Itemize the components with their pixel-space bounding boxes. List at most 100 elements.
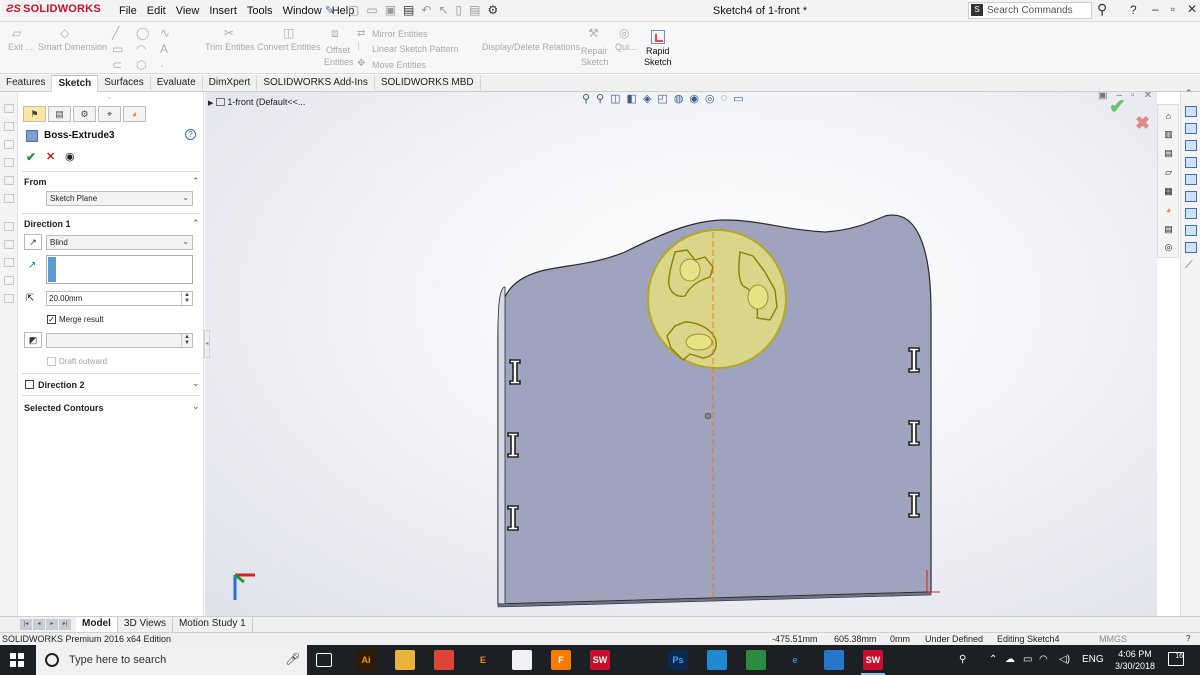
collapse-chevron-icon[interactable]: ⌃: [1185, 88, 1193, 99]
previous-view-icon[interactable]: ◫: [610, 92, 620, 105]
spline-icon[interactable]: ∿: [160, 26, 170, 40]
polygon-icon[interactable]: ⬡: [136, 58, 146, 72]
section-view-icon[interactable]: ◧: [627, 92, 637, 105]
direction2-section-header[interactable]: Direction 2: [38, 380, 85, 390]
repair-sketch-button[interactable]: Repair: [581, 46, 608, 56]
select-icon[interactable]: ↖: [438, 3, 448, 17]
strip-tool-icon[interactable]: [4, 258, 14, 267]
viewport-restore-icon[interactable]: ▫: [1131, 92, 1135, 101]
dimxpert-manager-tab-icon[interactable]: ⌖: [98, 106, 121, 122]
view-settings-icon[interactable]: ▭: [733, 92, 743, 105]
tab-model[interactable]: Model: [76, 617, 118, 632]
strip-tool-icon[interactable]: [4, 122, 14, 131]
reverse-direction-icon[interactable]: ↗: [24, 234, 42, 250]
language-indicator[interactable]: ENG: [1082, 654, 1104, 665]
tab-evaluate[interactable]: Evaluate: [151, 75, 203, 92]
direction1-section-header[interactable]: Direction 1: [24, 219, 71, 229]
search-icon[interactable]: ⚲: [1097, 1, 1107, 18]
direction-selection-box[interactable]: [46, 255, 193, 284]
menu-file[interactable]: File: [114, 5, 142, 17]
display-style-icon[interactable]: ◍: [674, 92, 684, 105]
feature-manager-tab-icon[interactable]: ⚑: [23, 106, 46, 122]
confirmation-corner-cancel-icon[interactable]: ✖: [1135, 113, 1150, 134]
home-icon[interactable]: ⌂: [1162, 110, 1175, 122]
view-left-icon[interactable]: [1185, 140, 1197, 151]
photoshop-icon[interactable]: Ps: [668, 650, 688, 670]
tab-sketch[interactable]: Sketch: [52, 75, 99, 92]
feature-tree-flyout[interactable]: ▶ 1-front (Default<<...: [208, 97, 305, 107]
view-dimetric-icon[interactable]: [1185, 242, 1197, 253]
expand-chevron-icon[interactable]: ⌄: [192, 378, 200, 389]
show-hidden-icons[interactable]: ⌃: [989, 654, 997, 665]
trim-entities-button[interactable]: Trim Entities: [205, 42, 255, 52]
dynamic-annotation-icon[interactable]: ◈: [643, 92, 651, 105]
menu-window[interactable]: Window: [278, 5, 327, 17]
hide-show-items-icon[interactable]: ◉: [689, 92, 699, 105]
part-model-view[interactable]: [205, 92, 1157, 616]
viewport-close-icon[interactable]: ✕: [1144, 92, 1152, 101]
units-selector[interactable]: MMGS: [1099, 634, 1127, 644]
new-icon[interactable]: ▢: [348, 3, 359, 17]
draft-outward-checkbox[interactable]: [47, 357, 56, 366]
strip-tool-icon[interactable]: [4, 222, 14, 231]
solidworks-active-icon[interactable]: SW: [861, 650, 885, 675]
file-properties-icon[interactable]: ▤: [469, 3, 480, 17]
expand-chevron-icon[interactable]: ⌄: [192, 401, 200, 412]
display-manager-tab-icon[interactable]: ◕: [123, 106, 146, 122]
exit-sketch-button[interactable]: Exit ...: [8, 42, 33, 52]
end-condition-dropdown[interactable]: Blind ⌄: [46, 235, 193, 250]
move-entities-button[interactable]: Move Entities: [372, 60, 426, 70]
slot-icon[interactable]: ⊂: [112, 58, 122, 72]
design-library-icon[interactable]: ▤: [1162, 147, 1175, 159]
strip-tool-icon[interactable]: [4, 294, 14, 303]
file-explorer-icon[interactable]: [395, 650, 415, 670]
view-orientation-icon[interactable]: ◰: [657, 92, 667, 105]
detailed-preview-icon[interactable]: ◉: [65, 150, 75, 163]
text-icon[interactable]: A: [160, 42, 168, 56]
clock[interactable]: 4:06 PM 3/30/2018: [1110, 648, 1160, 672]
chrome-icon[interactable]: [434, 650, 454, 670]
display-delete-relations-button[interactable]: Display/Delete Relations: [482, 42, 580, 52]
file-explorer-icon[interactable]: ▱: [1162, 166, 1175, 178]
app-icon[interactable]: [629, 650, 649, 670]
rectangle-icon[interactable]: ▭: [112, 42, 123, 56]
draft-angle-input[interactable]: ▲ ▼: [46, 333, 193, 348]
view-top-icon[interactable]: [1185, 174, 1197, 185]
custom-properties-icon[interactable]: ▤: [1162, 223, 1175, 235]
help-icon[interactable]: ?: [1130, 3, 1137, 17]
normal-to-icon[interactable]: ⟋: [1185, 259, 1193, 272]
collapse-chevron-icon[interactable]: ⌃: [192, 176, 200, 187]
undo-icon[interactable]: ↶: [421, 3, 431, 17]
tab-dimxpert[interactable]: DimXpert: [203, 75, 258, 92]
tab-motion-study[interactable]: Motion Study 1: [173, 617, 253, 632]
resources-icon[interactable]: ▥: [1162, 128, 1175, 140]
menu-insert[interactable]: Insert: [204, 5, 242, 17]
network-icon[interactable]: ◠: [1039, 654, 1048, 665]
tab-addins[interactable]: SOLIDWORKS Add-Ins: [257, 75, 375, 92]
collapse-chevron-icon[interactable]: ⌃: [192, 218, 200, 229]
help-icon[interactable]: ?: [185, 129, 196, 140]
merge-result-checkbox[interactable]: ✓: [47, 315, 56, 324]
from-dropdown[interactable]: Sketch Plane ⌄: [46, 191, 193, 206]
property-manager-tab-icon[interactable]: ▤: [48, 106, 71, 122]
last-tab-icon[interactable]: ▸|: [59, 619, 71, 630]
rapid-sketch-button[interactable]: Rapid: [646, 46, 670, 56]
expand-arrow-icon[interactable]: ▶: [208, 100, 213, 107]
convert-entities-button[interactable]: Convert Entities: [257, 42, 321, 52]
solidworks-logo[interactable]: ƧS SOLIDWORKS: [6, 3, 101, 15]
spin-arrows-icon[interactable]: ▲ ▼: [181, 334, 192, 347]
view-right-icon[interactable]: [1185, 157, 1197, 168]
app-icon[interactable]: F: [551, 650, 571, 670]
search-scope-icon[interactable]: S: [971, 4, 983, 16]
microphone-icon[interactable]: 🎤︎: [285, 652, 300, 666]
app-icon[interactable]: [707, 650, 727, 670]
edge-icon[interactable]: e: [785, 650, 805, 670]
panel-grip-icon[interactable]: ◦: [108, 95, 110, 102]
illustrator-icon[interactable]: Ai: [356, 650, 376, 670]
quick-snaps-button[interactable]: Qui...: [615, 42, 637, 52]
view-back-icon[interactable]: [1185, 123, 1197, 134]
strip-tool-icon[interactable]: [4, 158, 14, 167]
from-section-header[interactable]: From: [24, 177, 47, 187]
action-center-icon[interactable]: 16: [1168, 652, 1184, 666]
cancel-button[interactable]: ✕: [46, 150, 55, 163]
